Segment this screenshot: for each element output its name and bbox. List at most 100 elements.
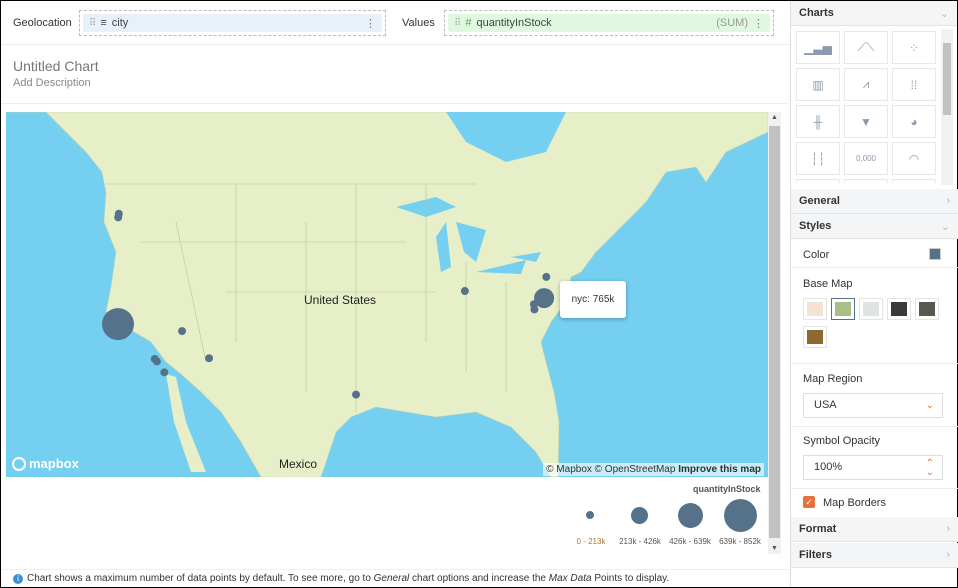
legend-label-2: 213k - 426k — [619, 537, 661, 546]
section-label: Filters — [799, 549, 833, 561]
improve-map-link[interactable]: Improve this map — [678, 464, 761, 475]
settings-panel: Charts ⌄ ▁▃▅ ⟋⟍ ⁘ ▥ ⩘ ⁞⁞ ╫ ▼ ◕ ┆┆ 0,000 ◠ General › S… — [790, 1, 958, 587]
city-bubble[interactable] — [530, 305, 539, 314]
geolocation-label: Geolocation — [13, 17, 72, 29]
chart-type-line-icon[interactable]: ⟋⟍ — [844, 31, 888, 64]
attribution-text[interactable]: © Mapbox © OpenStreetMap — [546, 464, 675, 475]
chart-type-gauge-icon[interactable]: ◠ — [892, 142, 936, 175]
city-bubble[interactable] — [178, 327, 187, 336]
field-shelf: Geolocation ⠿ ≡ city ⋮ Values ⠿ # quanti… — [1, 1, 789, 45]
chart-type-funnel-icon[interactable]: ▼ — [844, 105, 888, 138]
chart-description[interactable]: Add Description — [13, 77, 91, 89]
chart-type-range-icon[interactable]: ┆┆ — [796, 142, 840, 175]
color-swatch[interactable] — [929, 248, 941, 260]
chart-type-dot-plot-icon[interactable]: ⁞⁞ — [892, 68, 936, 101]
divider — [791, 363, 958, 364]
base-map-option[interactable] — [859, 298, 883, 320]
base-map-preview — [835, 302, 851, 316]
map-borders-checkbox[interactable]: ✓ — [803, 496, 815, 508]
scroll-up-icon[interactable]: ▲ — [768, 114, 781, 121]
base-map-option[interactable] — [915, 298, 939, 320]
symbol-opacity-stepper[interactable]: 100% ⌃ ⌄ — [803, 455, 943, 480]
scroll-thumb[interactable] — [943, 43, 951, 115]
chart-title[interactable]: Untitled Chart — [13, 58, 99, 74]
drag-handle-icon[interactable]: ⠿ — [454, 18, 461, 29]
divider — [1, 103, 789, 104]
chart-type-stacked-bar-icon[interactable]: ▥ — [796, 68, 840, 101]
stepper-arrows-icon[interactable]: ⌃ ⌄ — [926, 459, 934, 478]
chart-type-scatter-icon[interactable]: ⁘ — [892, 31, 936, 64]
city-bubble[interactable] — [352, 390, 361, 399]
drag-handle-icon[interactable]: ⠿ — [89, 18, 96, 29]
base-map-option[interactable] — [887, 298, 911, 320]
section-label: Format — [799, 523, 837, 535]
symbol-opacity-label: Symbol Opacity — [803, 435, 881, 447]
divider — [791, 488, 958, 489]
chart-type-kpi-icon[interactable]: 0,000 — [844, 142, 888, 175]
chart-type-more-icon[interactable] — [892, 179, 936, 183]
city-bubble[interactable] — [114, 213, 123, 222]
chart-type-bar-icon[interactable]: ▁▃▅ — [796, 31, 840, 64]
geolocation-dropzone[interactable]: ⠿ ≡ city ⋮ — [79, 10, 386, 36]
color-label: Color — [803, 249, 830, 261]
legend-title: quantityInStock — [693, 484, 761, 494]
section-label: Styles — [799, 220, 832, 232]
map-borders-label: Map Borders — [823, 497, 886, 509]
chevron-down-icon: ⌄ — [925, 400, 934, 411]
info-icon: i — [13, 574, 23, 584]
city-bubble[interactable] — [160, 368, 169, 377]
chart-scrollbar[interactable]: ▲ ▼ — [768, 112, 781, 554]
map-canvas[interactable]: United States Mexico mapbox © Mapbox © O… — [6, 112, 768, 477]
chart-type-area-icon[interactable]: ⩘ — [844, 68, 888, 101]
united-states-label: United States — [304, 293, 377, 307]
footer-general: General — [373, 573, 410, 584]
charts-scrollbar[interactable] — [941, 29, 953, 185]
chart-type-more-icon[interactable] — [844, 179, 888, 183]
values-label: Values — [402, 17, 435, 29]
map-region-select[interactable]: USA ⌄ — [803, 393, 943, 418]
general-section-header[interactable]: General › — [791, 189, 958, 214]
base-map-option[interactable] — [803, 298, 827, 320]
chevron-right-icon: › — [946, 523, 950, 535]
chevron-down-icon: ⌄ — [940, 220, 950, 233]
city-field-pill[interactable]: ⠿ ≡ city ⋮ — [83, 14, 382, 32]
base-map-option[interactable] — [831, 298, 855, 320]
city-bubble[interactable] — [152, 357, 161, 366]
styles-section-header[interactable]: Styles ⌄ — [791, 214, 958, 239]
legend-label-4: 639k - 852k — [719, 537, 761, 546]
legend-bubble-3 — [678, 503, 703, 528]
charts-section-header[interactable]: Charts ⌄ — [791, 1, 957, 26]
base-map-option[interactable] — [803, 326, 827, 348]
footer-text: Points to display. — [591, 573, 670, 584]
base-map-preview — [807, 302, 823, 316]
quantity-field-pill[interactable]: ⠿ # quantityInStock (SUM) ⋮ — [448, 14, 770, 32]
base-map-preview — [919, 302, 935, 316]
number-field-icon: # — [465, 17, 472, 29]
chevron-right-icon: › — [946, 549, 950, 561]
chart-type-more-icon[interactable] — [796, 179, 840, 183]
format-section-header[interactable]: Format › — [791, 517, 958, 542]
filters-section-header[interactable]: Filters › — [791, 543, 958, 568]
city-bubble[interactable] — [205, 354, 214, 363]
mexico-label: Mexico — [279, 457, 318, 471]
legend-label-3: 426k - 639k — [669, 537, 711, 546]
city-bubble[interactable] — [102, 308, 134, 341]
city-bubble[interactable] — [460, 287, 469, 296]
scroll-down-icon[interactable]: ▼ — [768, 545, 781, 552]
scroll-thumb[interactable] — [769, 126, 780, 538]
aggregation[interactable]: (SUM) — [716, 17, 748, 29]
map-region-label: Map Region — [803, 373, 863, 385]
tooltip: nyc: 765k — [560, 281, 626, 318]
attribution: © Mapbox © OpenStreetMap Improve this ma… — [543, 463, 764, 476]
city-bubble[interactable] — [542, 272, 551, 281]
chart-type-grid: ▁▃▅ ⟋⟍ ⁘ ▥ ⩘ ⁞⁞ ╫ ▼ ◕ ┆┆ 0,000 ◠ — [796, 31, 936, 183]
chart-type-pie-icon[interactable]: ◕ — [892, 105, 936, 138]
mapbox-logo[interactable]: mapbox — [12, 456, 79, 471]
values-dropzone[interactable]: ⠿ # quantityInStock (SUM) ⋮ — [444, 10, 774, 36]
base-map-preview — [891, 302, 907, 316]
more-options-icon[interactable]: ⋮ — [753, 17, 764, 30]
chart-type-box-icon[interactable]: ╫ — [796, 105, 840, 138]
legend-bubble-1 — [586, 511, 594, 519]
more-options-icon[interactable]: ⋮ — [365, 17, 376, 30]
divider — [791, 267, 958, 268]
